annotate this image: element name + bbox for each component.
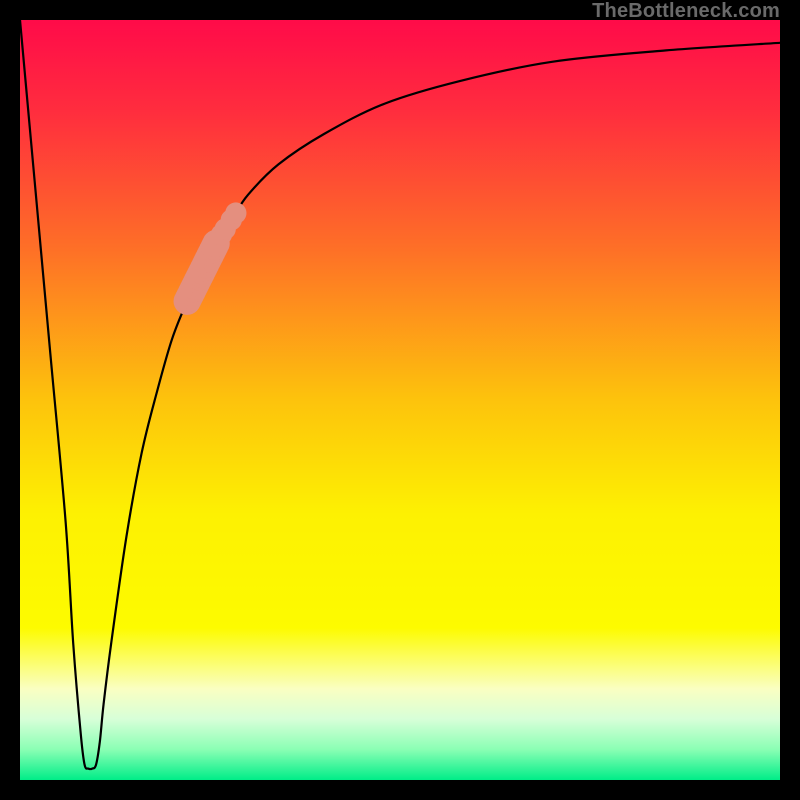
watermark-text: TheBottleneck.com (592, 0, 780, 23)
chart-frame: TheBottleneck.com (0, 0, 800, 800)
highlight-dot (225, 202, 246, 223)
chart-svg (20, 20, 780, 780)
chart-background-gradient (20, 20, 780, 780)
chart-plot-area (20, 20, 780, 780)
